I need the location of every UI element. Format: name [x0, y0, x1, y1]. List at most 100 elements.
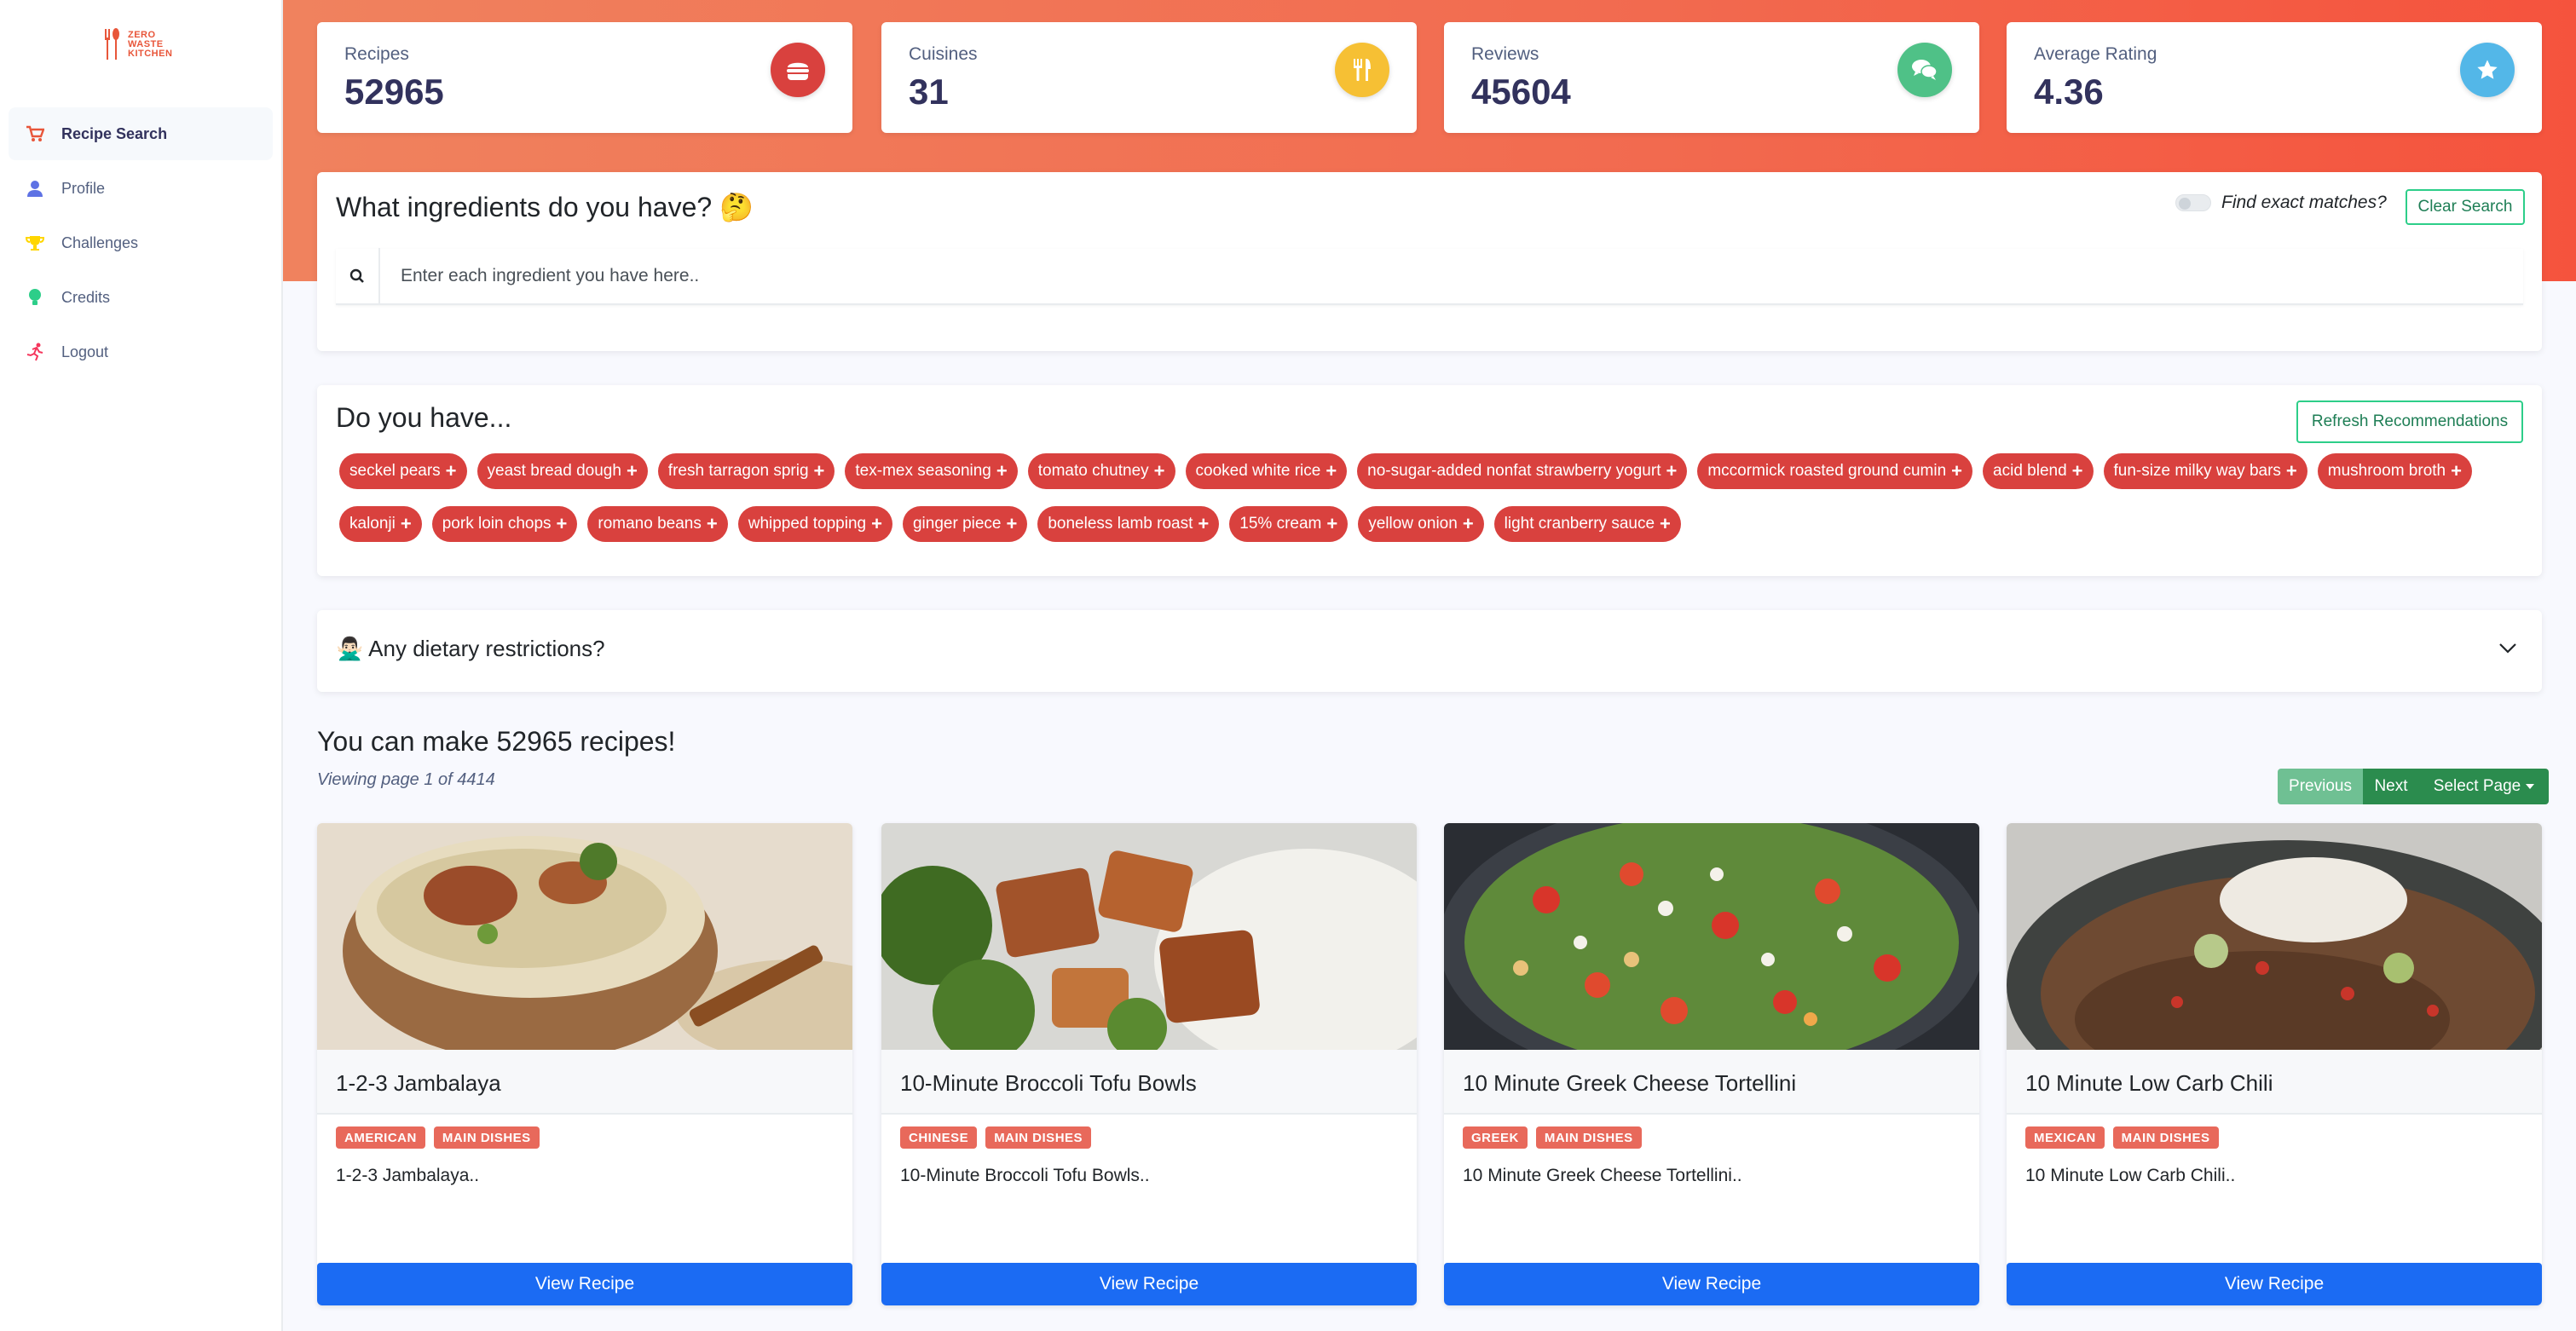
plus-icon: + — [813, 460, 825, 481]
ingredient-chip[interactable]: no-sugar-added nonfat strawberry yogurt + — [1357, 453, 1688, 489]
plus-icon: + — [1660, 513, 1671, 534]
sidebar-item-label: Challenges — [61, 233, 139, 251]
recipe-tags: MEXICAN MAIN DISHES — [2025, 1126, 2219, 1149]
star-icon — [2460, 43, 2515, 97]
sidebar-item-logout[interactable]: Logout — [9, 326, 273, 378]
ingredient-chip[interactable]: kalonji + — [339, 506, 422, 542]
chat-icon — [1897, 43, 1952, 97]
dietary-panel[interactable]: 🙅🏻‍♂️ Any dietary restrictions? — [317, 610, 2542, 692]
ingredient-chip-label: light cranberry sauce — [1504, 515, 1655, 533]
ingredient-chip-label: mushroom broth — [2327, 462, 2446, 480]
ingredient-chip[interactable]: pork loin chops + — [431, 506, 578, 542]
ingredient-chip-label: romano beans — [598, 515, 702, 533]
recipe-card: 1-2-3 Jambalaya AMERICAN MAIN DISHES 1-2… — [317, 823, 852, 1305]
plus-icon: + — [2285, 460, 2297, 481]
clear-search-button[interactable]: Clear Search — [2406, 189, 2525, 225]
ingredient-chip-label: acid blend — [1993, 462, 2067, 480]
exact-match-label: Find exact matches? — [2221, 193, 2387, 212]
ingredients-panel: What ingredients do you have? 🤔 Find exa… — [317, 172, 2542, 351]
plus-icon: + — [1198, 513, 1210, 534]
cuisine-badge: GREEK — [1463, 1126, 1528, 1149]
exact-match-toggle[interactable] — [2175, 194, 2211, 211]
ingredient-chip[interactable]: fun-size milky way bars + — [2103, 453, 2307, 489]
ingredient-chip[interactable]: fresh tarragon sprig + — [657, 453, 835, 489]
recipe-tags: GREEK MAIN DISHES — [1463, 1126, 1642, 1149]
stat-title: Average Rating — [2034, 44, 2157, 64]
ingredient-chip-label: kalonji — [349, 515, 396, 533]
ingredient-chip-label: ginger piece — [912, 515, 1002, 533]
results-title: You can make 52965 recipes! — [317, 726, 676, 757]
ingredient-chip[interactable]: tomato chutney + — [1027, 453, 1175, 489]
plus-icon: + — [1326, 513, 1338, 534]
view-recipe-button[interactable]: View Recipe — [317, 1263, 852, 1305]
sidebar-item-label: Profile — [61, 179, 106, 197]
ingredient-chip[interactable]: mushroom broth + — [2317, 453, 2472, 489]
recommendations-panel: Do you have... Refresh Recommendations s… — [317, 385, 2542, 576]
ingredient-chip[interactable]: boneless lamb roast + — [1037, 506, 1220, 542]
ingredient-chip[interactable]: light cranberry sauce + — [1493, 506, 1681, 542]
stat-title: Reviews — [1471, 44, 1539, 64]
recipe-card: 10 Minute Low Carb Chili MEXICAN MAIN DI… — [2007, 823, 2542, 1305]
stat-value: 45604 — [1471, 72, 1571, 112]
chevron-down-icon[interactable] — [2498, 637, 2518, 658]
sidebar-item-credits[interactable]: Credits — [9, 271, 273, 324]
ingredient-chip[interactable]: ginger piece + — [902, 506, 1028, 542]
ingredient-chip[interactable]: mccormick roasted ground cumin + — [1697, 453, 1973, 489]
sidebar-nav: Recipe Search Profile Challenges Credits… — [9, 107, 273, 380]
plus-icon: + — [556, 513, 568, 534]
view-recipe-button[interactable]: View Recipe — [1444, 1263, 1979, 1305]
stat-card-average-rating: Average Rating 4.36 — [2007, 22, 2542, 133]
running-icon — [24, 341, 46, 363]
recipe-header: 10 Minute Low Carb Chili — [2007, 1050, 2542, 1115]
user-icon — [24, 177, 46, 199]
ingredient-chip[interactable]: acid blend + — [1983, 453, 2094, 489]
recipe-image[interactable] — [1444, 823, 1979, 1050]
logo-text: ZERO WASTE KITCHEN — [128, 29, 173, 59]
cart-icon — [24, 123, 46, 145]
ingredient-chip[interactable]: romano beans + — [587, 506, 728, 542]
recipe-tags: CHINESE MAIN DISHES — [900, 1126, 1092, 1149]
sidebar-item-challenges[interactable]: Challenges — [9, 216, 273, 269]
refresh-recommendations-button[interactable]: Refresh Recommendations — [2296, 400, 2523, 443]
burger-icon — [771, 43, 825, 97]
recipe-image[interactable] — [317, 823, 852, 1050]
ingredient-chip[interactable]: yellow onion + — [1358, 506, 1484, 542]
select-page-dropdown[interactable]: Select Page — [2419, 769, 2549, 804]
results-subtitle: Viewing page 1 of 4414 — [317, 770, 495, 789]
ingredient-chip-label: tomato chutney — [1037, 462, 1149, 480]
recipe-image[interactable] — [2007, 823, 2542, 1050]
stat-value: 4.36 — [2034, 72, 2104, 112]
cuisine-badge: MEXICAN — [2025, 1126, 2105, 1149]
sidebar-item-label: Credits — [61, 288, 111, 306]
ingredient-chip[interactable]: yeast bread dough + — [477, 453, 648, 489]
sidebar-item-label: Logout — [61, 343, 109, 360]
ingredient-search-input[interactable] — [380, 266, 2523, 286]
sidebar-item-recipe-search[interactable]: Recipe Search — [9, 107, 273, 160]
fork-spoon-icon — [105, 28, 119, 60]
recipe-card: 10-Minute Broccoli Tofu Bowls CHINESE MA… — [881, 823, 1417, 1305]
sidebar: ZERO WASTE KITCHEN Recipe Search Profile… — [0, 0, 283, 1331]
view-recipe-button[interactable]: View Recipe — [2007, 1263, 2542, 1305]
stat-title: Cuisines — [909, 44, 978, 64]
ingredient-chip[interactable]: seckel pears + — [339, 453, 467, 489]
plus-icon: + — [1153, 460, 1165, 481]
plus-icon: + — [996, 460, 1008, 481]
recipe-image[interactable] — [881, 823, 1417, 1050]
ingredient-chip[interactable]: cooked white rice + — [1185, 453, 1348, 489]
app-logo[interactable]: ZERO WASTE KITCHEN — [102, 27, 172, 61]
ingredient-chip-label: whipped topping — [748, 515, 867, 533]
bulb-icon — [24, 286, 46, 308]
ingredient-chip[interactable]: 15% cream + — [1229, 506, 1349, 542]
ingredient-chip[interactable]: tex-mex seasoning + — [845, 453, 1018, 489]
plus-icon: + — [445, 460, 457, 481]
view-recipe-button[interactable]: View Recipe — [881, 1263, 1417, 1305]
ingredient-chip-label: yellow onion — [1368, 515, 1458, 533]
next-page-button[interactable]: Next — [2363, 769, 2419, 804]
sidebar-item-profile[interactable]: Profile — [9, 162, 273, 215]
category-badge: MAIN DISHES — [985, 1126, 1092, 1149]
ingredient-chip-label: no-sugar-added nonfat strawberry yogurt — [1367, 462, 1661, 480]
ingredient-chip[interactable]: whipped topping + — [737, 506, 892, 542]
stat-title: Recipes — [344, 44, 409, 64]
plus-icon: + — [1666, 460, 1678, 481]
previous-page-button[interactable]: Previous — [2278, 769, 2363, 804]
